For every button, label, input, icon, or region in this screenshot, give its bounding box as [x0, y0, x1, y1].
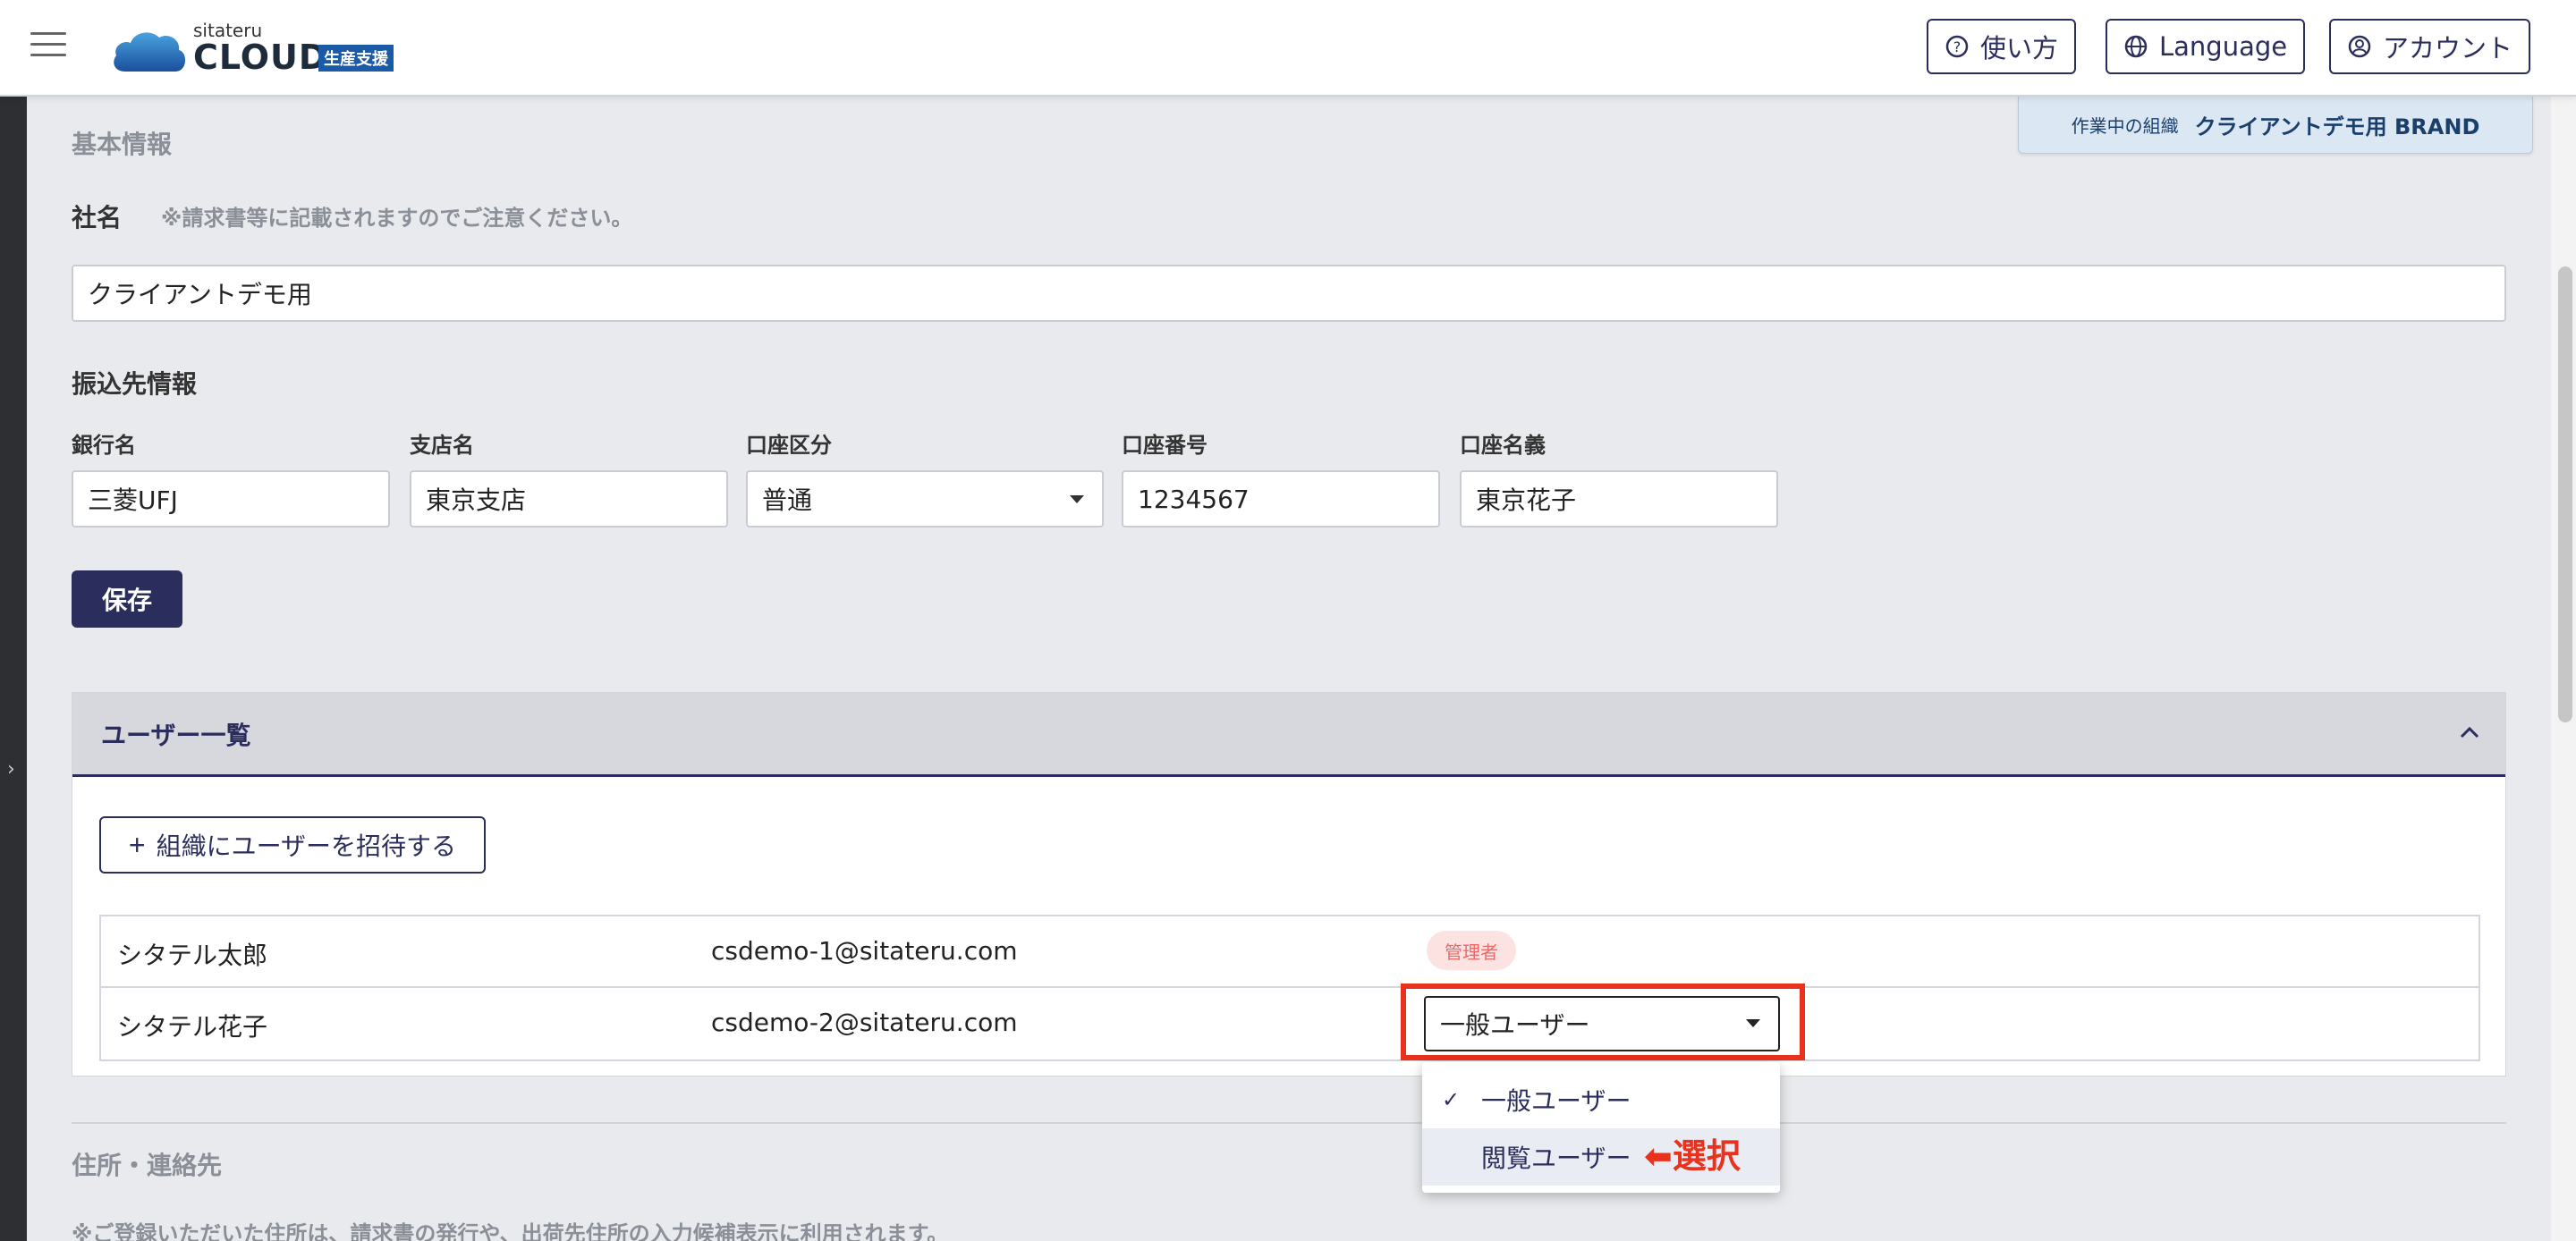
bank-name-label: 銀行名: [72, 433, 136, 458]
invite-user-button[interactable]: + 組織にユーザーを招待する: [99, 816, 486, 874]
account-type-select[interactable]: 普通: [746, 470, 1104, 528]
role-option-general[interactable]: ✓ 一般ユーザー: [1422, 1071, 1780, 1128]
app-logo[interactable]: sitateru CLOUD 生産支援: [111, 20, 415, 77]
scrollbar[interactable]: [2551, 97, 2576, 1241]
language-button[interactable]: Language: [2106, 19, 2306, 74]
cloud-logo-icon: [114, 32, 186, 72]
svg-text:?: ?: [1953, 38, 1962, 55]
company-name-input[interactable]: クライアントデモ用: [72, 265, 2506, 322]
invite-user-label: 組織にユーザーを招待する: [156, 832, 457, 860]
hamburger-menu-icon[interactable]: [30, 32, 66, 61]
annotation-select-arrow: ⬅選択: [1644, 1136, 1741, 1176]
chevron-right-icon[interactable]: ›: [7, 758, 15, 781]
basic-info-title: 基本情報: [72, 130, 173, 159]
address-note: ※ご登録いただいた住所は、請求書の発行や、出荷先住所の入力候補表示に利用されます…: [72, 1221, 949, 1241]
chevron-up-icon[interactable]: [2459, 722, 2480, 743]
account-icon: [2348, 35, 2371, 58]
admin-badge: 管理者: [1427, 931, 1516, 970]
branch-value: 東京支店: [426, 485, 527, 515]
account-label: アカウント: [2383, 33, 2513, 63]
top-bar: sitateru CLOUD 生産支援 ? 使い方 Language アカウント: [0, 0, 2576, 97]
company-name-note: ※請求書等に記載されますのでご注意ください。: [161, 206, 633, 231]
scrollbar-thumb[interactable]: [2558, 266, 2572, 722]
check-icon: ✓: [1442, 1087, 1461, 1112]
table-row: シタテル花子 csdemo-2@sitateru.com: [101, 988, 2479, 1059]
company-name-value: クライアントデモ用: [88, 280, 312, 309]
org-label: 作業中の組織: [2071, 115, 2179, 137]
help-button[interactable]: ? 使い方: [1927, 19, 2077, 74]
language-label: Language: [2159, 31, 2288, 62]
section-divider: [72, 1122, 2506, 1124]
globe-icon: [2124, 35, 2148, 58]
branch-label: 支店名: [410, 433, 474, 458]
plus-icon: +: [128, 829, 146, 861]
users-panel-header[interactable]: ユーザー一覧: [72, 693, 2505, 777]
branch-input[interactable]: 東京支店: [410, 470, 728, 528]
role-option-label: 一般ユーザー: [1481, 1086, 1631, 1116]
role-option-label: 閲覧ユーザー: [1481, 1144, 1631, 1173]
user-email: csdemo-2@sitateru.com: [711, 1008, 1018, 1037]
account-holder-value: 東京花子: [1476, 485, 1577, 515]
logo-badge: 生産支援: [318, 45, 394, 72]
account-holder-input[interactable]: 東京花子: [1460, 470, 1778, 528]
user-name: シタテル花子: [117, 1012, 268, 1042]
save-button[interactable]: 保存: [72, 570, 182, 628]
bank-info-title: 振込先情報: [72, 369, 198, 399]
user-name: シタテル太郎: [117, 941, 268, 970]
company-name-label: 社名: [72, 203, 123, 232]
help-icon: ?: [1945, 35, 1969, 58]
bank-name-input[interactable]: 三菱UFJ: [72, 470, 390, 528]
side-rail: ›: [0, 97, 27, 1241]
bank-name-value: 三菱UFJ: [88, 485, 178, 515]
account-number-value: 1234567: [1138, 484, 1250, 514]
account-button[interactable]: アカウント: [2329, 19, 2531, 74]
account-number-input[interactable]: 1234567: [1122, 470, 1440, 528]
current-org-tag: 作業中の組織 クライアントデモ用 BRAND: [2018, 97, 2533, 154]
table-row: シタテル太郎 csdemo-1@sitateru.com 管理者: [101, 916, 2479, 988]
org-name: クライアントデモ用 BRAND: [2194, 114, 2480, 139]
account-holder-label: 口座名義: [1460, 433, 1546, 458]
users-panel: ユーザー一覧 + 組織にユーザーを招待する シタテル太郎 csdemo-1@si…: [72, 692, 2506, 1076]
account-type-value: 普通: [762, 485, 813, 515]
logo-main-text: CLOUD: [193, 38, 328, 77]
account-number-label: 口座番号: [1122, 433, 1208, 458]
users-panel-title: ユーザー一覧: [101, 720, 251, 750]
annotation-highlight-box: [1401, 984, 1805, 1060]
help-label: 使い方: [1980, 33, 2059, 63]
user-email: csdemo-1@sitateru.com: [711, 936, 1018, 966]
caret-down-icon: [1070, 495, 1084, 503]
users-table: シタテル太郎 csdemo-1@sitateru.com 管理者 シタテル花子 …: [99, 915, 2480, 1061]
account-type-label: 口座区分: [746, 433, 832, 458]
address-section-title: 住所・連絡先: [72, 1151, 223, 1180]
